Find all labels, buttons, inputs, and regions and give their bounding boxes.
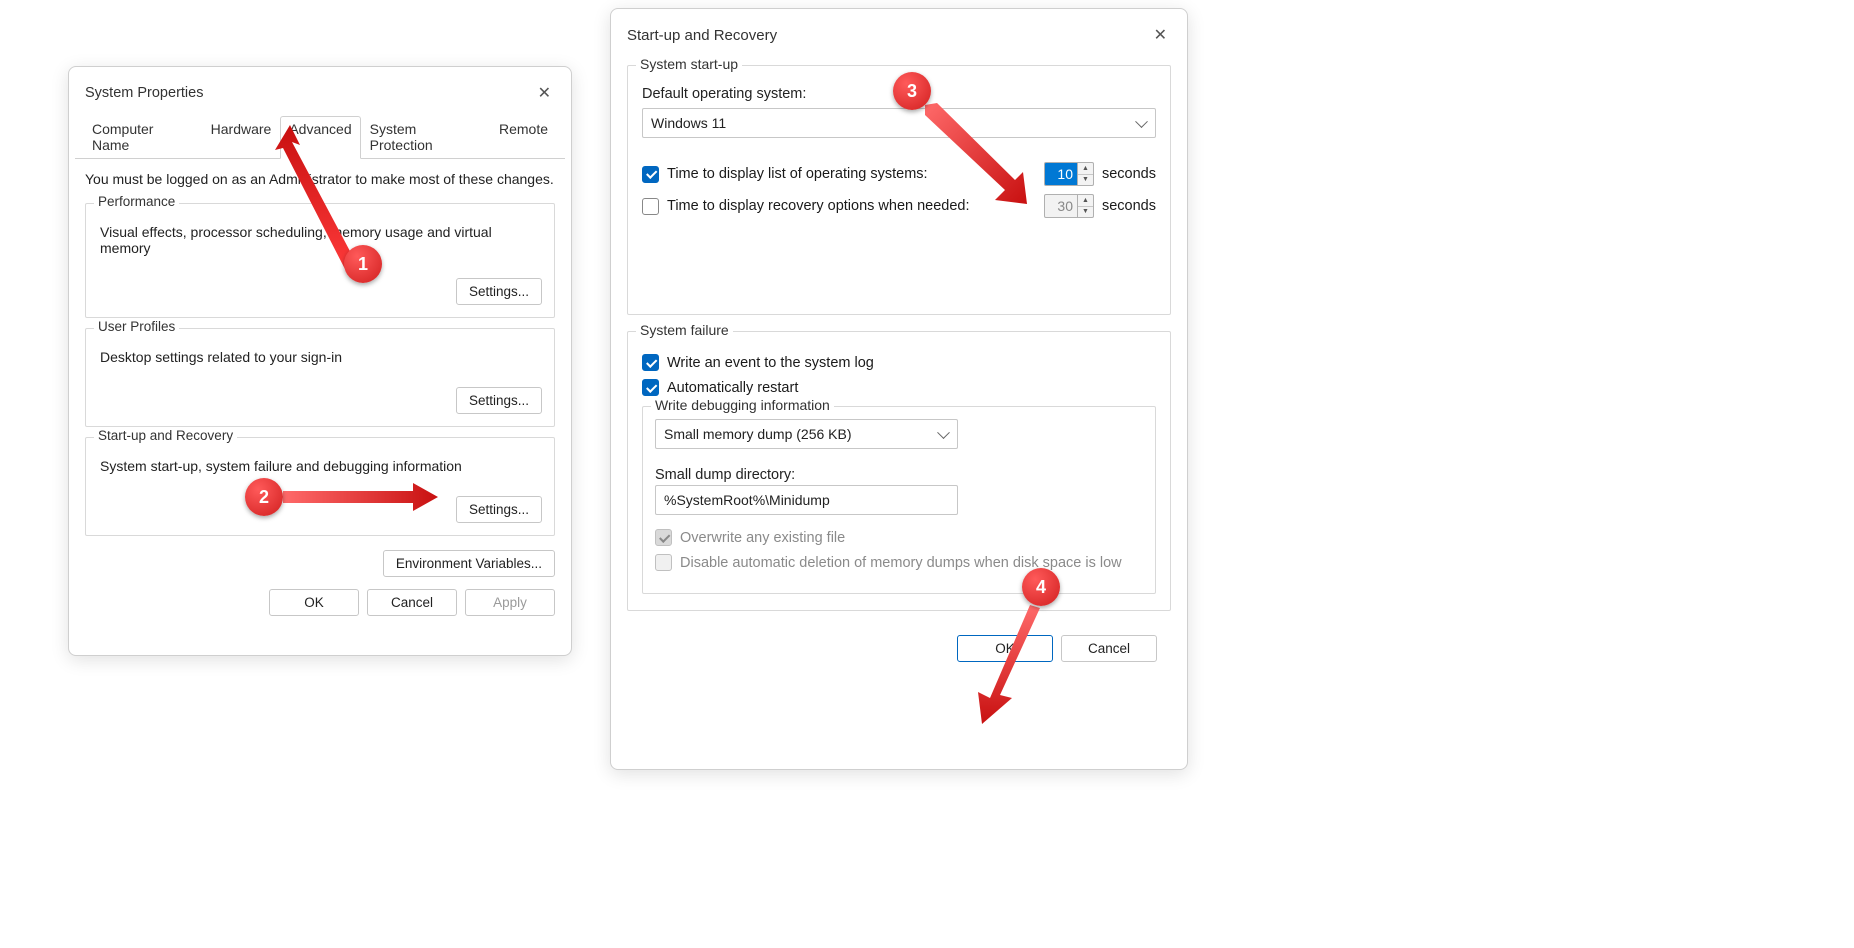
default-os-select-wrap: Windows 11 xyxy=(642,108,1156,138)
system-properties-window: System Properties ✕ Computer Name Hardwa… xyxy=(68,66,572,656)
sysprop-intro: You must be logged on as an Administrato… xyxy=(69,159,571,193)
startup-button-row: OK Cancel xyxy=(611,627,1187,676)
callout-badge-3: 3 xyxy=(893,72,931,110)
startup-recovery-legend: Start-up and Recovery xyxy=(94,428,237,443)
sysprop-cancel-button[interactable]: Cancel xyxy=(367,589,457,616)
overwrite-label: Overwrite any existing file xyxy=(680,530,845,546)
userprofiles-settings-button[interactable]: Settings... xyxy=(456,387,542,414)
time-recovery-spin-buttons: ▲▼ xyxy=(1078,194,1094,218)
group-performance: Performance Visual effects, processor sc… xyxy=(85,203,555,318)
disable-auto-delete-checkbox xyxy=(655,554,672,571)
seconds-label: seconds xyxy=(1102,198,1156,214)
startup-recovery-window: Start-up and Recovery ✕ System start-up … xyxy=(610,8,1188,770)
disable-auto-delete-row: Disable automatic deletion of memory dum… xyxy=(655,554,1143,571)
callout-badge-1: 1 xyxy=(344,245,382,283)
tab-hardware[interactable]: Hardware xyxy=(202,116,281,159)
time-list-spin-buttons[interactable]: ▲▼ xyxy=(1078,162,1094,186)
debug-select-wrap: Small memory dump (256 KB) xyxy=(655,419,958,449)
startup-ok-button[interactable]: OK xyxy=(957,635,1053,662)
overwrite-checkbox xyxy=(655,529,672,546)
close-icon[interactable]: ✕ xyxy=(534,79,555,107)
chevron-down-icon[interactable]: ▼ xyxy=(1078,175,1093,186)
dump-dir-input[interactable] xyxy=(655,485,958,515)
sysprop-apply-button[interactable]: Apply xyxy=(465,589,555,616)
disable-auto-delete-label: Disable automatic deletion of memory dum… xyxy=(680,555,1122,571)
debug-type-select[interactable]: Small memory dump (256 KB) xyxy=(655,419,958,449)
chevron-down-icon: ▼ xyxy=(1078,207,1093,218)
auto-restart-label: Automatically restart xyxy=(667,380,798,396)
sysprop-title: System Properties xyxy=(85,85,203,101)
chevron-up-icon: ▲ xyxy=(1078,195,1093,207)
system-startup-legend: System start-up xyxy=(636,56,742,72)
time-list-row: Time to display list of operating system… xyxy=(642,162,1156,186)
write-debug-info-group: Write debugging information Small memory… xyxy=(642,406,1156,594)
write-event-label: Write an event to the system log xyxy=(667,355,874,371)
startup-title: Start-up and Recovery xyxy=(627,27,777,44)
time-recovery-checkbox[interactable] xyxy=(642,198,659,215)
seconds-label: seconds xyxy=(1102,166,1156,182)
sysprop-ok-button[interactable]: OK xyxy=(269,589,359,616)
performance-settings-button[interactable]: Settings... xyxy=(456,278,542,305)
system-failure-legend: System failure xyxy=(636,322,733,338)
performance-desc: Visual effects, processor scheduling, me… xyxy=(98,214,542,262)
sysprop-button-row: OK Cancel Apply xyxy=(69,581,571,630)
time-recovery-label: Time to display recovery options when ne… xyxy=(667,198,970,214)
time-list-spinner: ▲▼ xyxy=(1044,162,1094,186)
performance-legend: Performance xyxy=(94,194,179,209)
time-list-label: Time to display list of operating system… xyxy=(667,166,928,182)
callout-badge-4: 4 xyxy=(1022,568,1060,606)
write-event-checkbox[interactable] xyxy=(642,354,659,371)
overwrite-row: Overwrite any existing file xyxy=(655,529,1143,546)
time-list-checkbox[interactable] xyxy=(642,166,659,183)
write-event-row: Write an event to the system log xyxy=(642,354,1156,371)
time-recovery-spinner: ▲▼ xyxy=(1044,194,1094,218)
startup-titlebar: Start-up and Recovery ✕ xyxy=(611,9,1187,57)
tab-remote[interactable]: Remote xyxy=(490,116,557,159)
auto-restart-row: Automatically restart xyxy=(642,379,1156,396)
sysprop-tabs: Computer Name Hardware Advanced System P… xyxy=(75,115,565,159)
env-variables-button[interactable]: Environment Variables... xyxy=(383,550,555,577)
tab-computer-name[interactable]: Computer Name xyxy=(83,116,202,159)
debug-legend: Write debugging information xyxy=(651,397,834,413)
chevron-up-icon[interactable]: ▲ xyxy=(1078,163,1093,175)
startup-cancel-button[interactable]: Cancel xyxy=(1061,635,1157,662)
default-os-select[interactable]: Windows 11 xyxy=(642,108,1156,138)
time-recovery-row: Time to display recovery options when ne… xyxy=(642,194,1156,218)
userprofiles-desc: Desktop settings related to your sign-in xyxy=(98,339,542,371)
dump-dir-label: Small dump directory: xyxy=(655,467,1143,483)
time-list-input[interactable] xyxy=(1044,162,1078,186)
close-icon[interactable]: ✕ xyxy=(1150,21,1171,49)
startup-recovery-desc: System start-up, system failure and debu… xyxy=(98,448,542,480)
startup-recovery-settings-button[interactable]: Settings... xyxy=(456,496,542,523)
fieldset-system-failure: System failure Write an event to the sys… xyxy=(627,331,1171,611)
time-recovery-input xyxy=(1044,194,1078,218)
group-user-profiles: User Profiles Desktop settings related t… xyxy=(85,328,555,427)
auto-restart-checkbox[interactable] xyxy=(642,379,659,396)
userprofiles-legend: User Profiles xyxy=(94,319,179,334)
sysprop-titlebar: System Properties ✕ xyxy=(69,67,571,115)
tab-advanced[interactable]: Advanced xyxy=(280,116,360,159)
callout-badge-2: 2 xyxy=(245,478,283,516)
tab-system-protection[interactable]: System Protection xyxy=(361,116,490,159)
group-startup-recovery: Start-up and Recovery System start-up, s… xyxy=(85,437,555,536)
